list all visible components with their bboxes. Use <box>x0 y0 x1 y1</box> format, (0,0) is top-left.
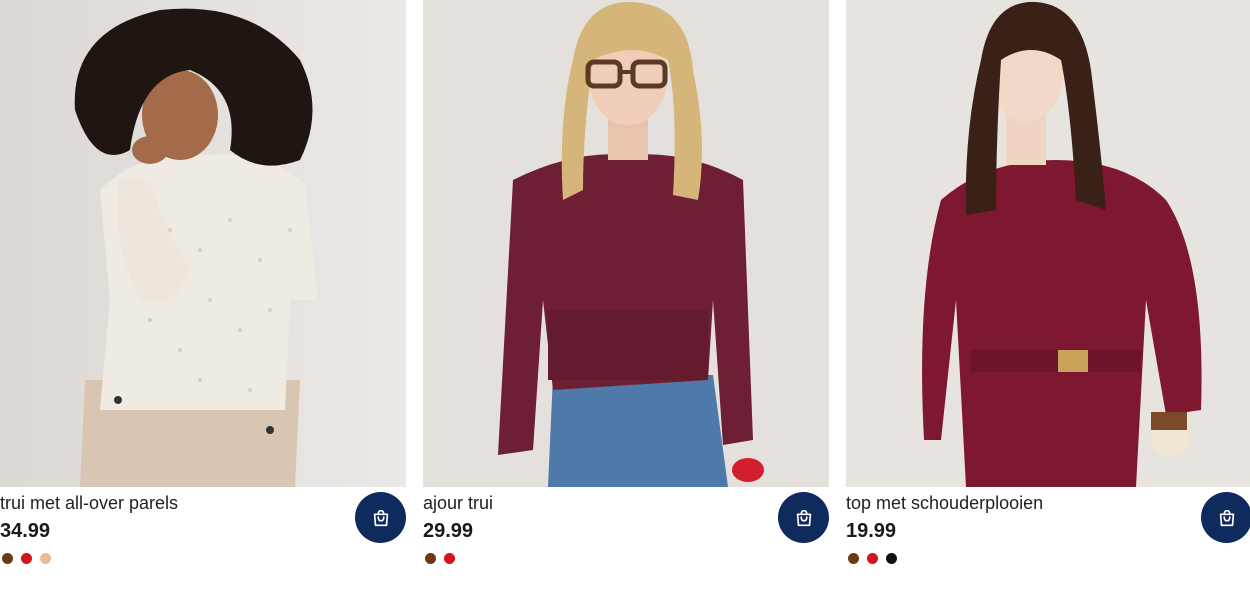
color-swatches <box>425 553 455 565</box>
product-price: 19.99 <box>846 520 897 542</box>
product-photo-illustration <box>423 0 829 487</box>
color-swatch[interactable] <box>2 553 13 564</box>
product-grid: trui met all-over parels 34.99 ajour tru… <box>0 0 1250 607</box>
color-swatch[interactable] <box>444 553 455 564</box>
product-card[interactable]: ajour trui 29.99 <box>423 0 829 607</box>
product-name[interactable]: ajour trui <box>423 492 493 514</box>
add-to-cart-button[interactable] <box>355 492 406 543</box>
product-price: 29.99 <box>423 520 474 542</box>
product-photo-illustration <box>846 0 1250 487</box>
product-card[interactable]: trui met all-over parels 34.99 <box>0 0 406 607</box>
shopping-bag-icon <box>1219 509 1234 526</box>
color-swatch[interactable] <box>425 553 436 564</box>
shopping-bag-icon <box>796 509 811 526</box>
color-swatch[interactable] <box>40 553 51 564</box>
product-price: 34.99 <box>0 520 51 542</box>
color-swatch[interactable] <box>886 553 897 564</box>
add-to-cart-button[interactable] <box>1201 492 1250 543</box>
shopping-bag-icon <box>373 509 388 526</box>
product-name[interactable]: trui met all-over parels <box>0 492 178 514</box>
product-image[interactable] <box>846 0 1250 487</box>
product-card[interactable]: top met schouderplooien 19.99 <box>846 0 1250 607</box>
color-swatches <box>848 553 897 565</box>
product-image[interactable] <box>0 0 406 487</box>
add-to-cart-button[interactable] <box>778 492 829 543</box>
color-swatch[interactable] <box>21 553 32 564</box>
product-name[interactable]: top met schouderplooien <box>846 492 1043 514</box>
color-swatches <box>2 553 51 565</box>
color-swatch[interactable] <box>867 553 878 564</box>
product-image[interactable] <box>423 0 829 487</box>
product-photo-illustration <box>0 0 406 487</box>
color-swatch[interactable] <box>848 553 859 564</box>
